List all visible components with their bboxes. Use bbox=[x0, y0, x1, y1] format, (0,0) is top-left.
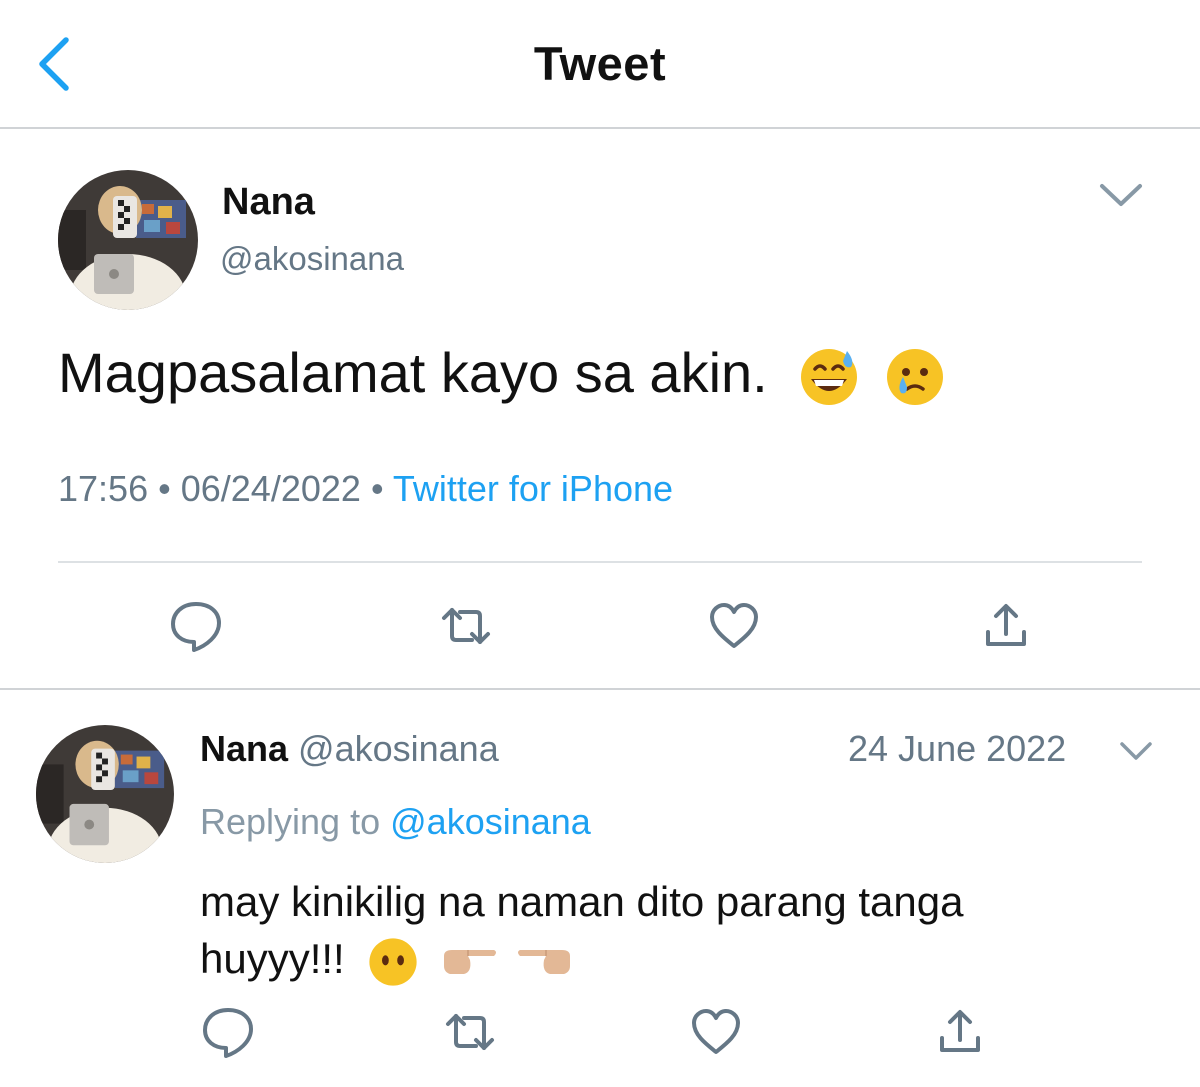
reply-share-button[interactable] bbox=[930, 1002, 990, 1062]
author-name[interactable]: Nana bbox=[222, 181, 315, 224]
share-button[interactable] bbox=[976, 596, 1036, 656]
retweet-button[interactable] bbox=[436, 596, 496, 656]
reply-button[interactable] bbox=[166, 596, 226, 656]
avatar[interactable] bbox=[58, 170, 198, 310]
reply-text-line: may kinikilig na naman dito parang tanga bbox=[200, 878, 964, 925]
reply-more-options-button[interactable] bbox=[1116, 736, 1156, 766]
divider bbox=[58, 561, 1142, 563]
tweet-text-content: Magpasalamat kayo sa akin. bbox=[58, 341, 768, 404]
tweet-divider bbox=[0, 688, 1200, 690]
pointing-left-emoji bbox=[517, 949, 570, 974]
chevron-down-icon bbox=[1120, 742, 1152, 760]
meta-separator: • bbox=[370, 468, 384, 509]
heart-icon bbox=[710, 603, 758, 648]
chevron-down-icon bbox=[1100, 184, 1142, 206]
reply-author-handle[interactable]: @akosinana bbox=[298, 728, 499, 769]
more-options-button[interactable] bbox=[1096, 176, 1146, 216]
reply-avatar[interactable] bbox=[36, 725, 174, 863]
like-button[interactable] bbox=[704, 596, 764, 656]
reply-author: Nana @akosinana bbox=[200, 728, 499, 770]
replying-to-label: Replying to bbox=[200, 801, 381, 842]
author-handle[interactable]: @akosinana bbox=[220, 240, 404, 278]
reply-text: may kinikilig na naman dito parang tanga… bbox=[200, 873, 1120, 989]
reply-icon bbox=[203, 1008, 253, 1058]
reply-reply-button[interactable] bbox=[198, 1002, 258, 1062]
retweet-icon bbox=[446, 1014, 494, 1050]
face-holding-back-tears-emoji bbox=[886, 349, 943, 406]
heart-icon bbox=[692, 1009, 740, 1054]
retweet-icon bbox=[442, 608, 490, 644]
tweet-time: 17:56 bbox=[58, 468, 149, 509]
reply-date: 24 June 2022 bbox=[848, 728, 1067, 769]
page-title: Tweet bbox=[533, 37, 667, 90]
tweet-source-link[interactable]: Twitter for iPhone bbox=[393, 468, 673, 509]
meta-separator: • bbox=[158, 468, 171, 509]
header-divider bbox=[0, 127, 1200, 129]
reply-like-button[interactable] bbox=[686, 1002, 746, 1062]
share-icon bbox=[986, 604, 1026, 646]
face-without-mouth-emoji bbox=[369, 938, 418, 986]
reply-icon bbox=[171, 602, 221, 652]
grinning-sweat-emoji bbox=[801, 349, 858, 406]
replying-to: Replying to @akosinana bbox=[200, 801, 591, 843]
replying-to-handle[interactable]: @akosinana bbox=[390, 801, 591, 842]
reply-retweet-button[interactable] bbox=[440, 1002, 500, 1062]
reply-text-line2: huyyy!!! bbox=[200, 930, 1120, 989]
tweet-text: Magpasalamat kayo sa akin. bbox=[58, 340, 947, 409]
tweet-date: 06/24/2022 bbox=[180, 468, 361, 509]
share-icon bbox=[940, 1010, 980, 1052]
tweet-meta: 17:56 • 06/24/2022 • Twitter for iPhone bbox=[58, 468, 673, 510]
reply-author-name[interactable]: Nana bbox=[200, 728, 288, 769]
pointing-right-emoji bbox=[444, 949, 497, 974]
reply-text-content: huyyy!!! bbox=[200, 935, 345, 982]
